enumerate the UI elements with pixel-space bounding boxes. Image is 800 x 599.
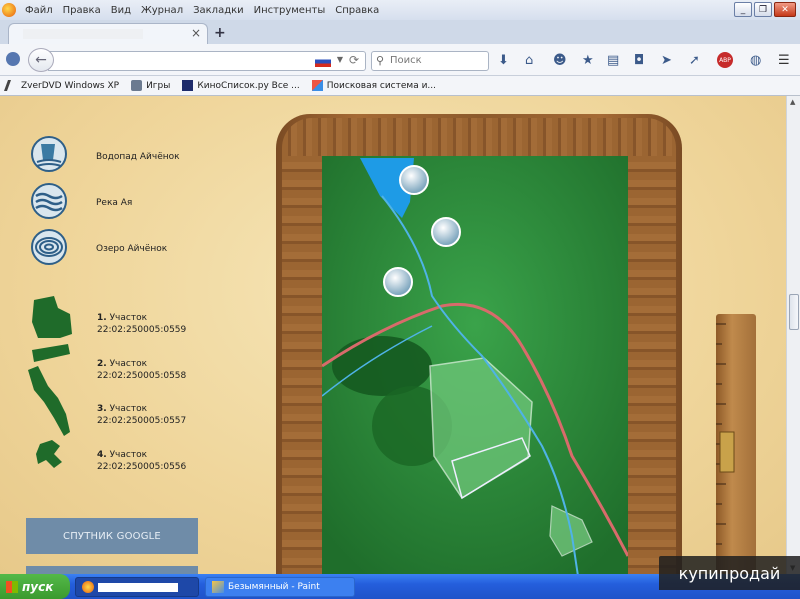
back-button[interactable]: ← bbox=[28, 48, 54, 72]
search-placeholder: Поиск bbox=[390, 55, 422, 66]
close-window-button[interactable]: ✕ bbox=[774, 2, 796, 17]
legend-lake-label: Озеро Айчёнок bbox=[96, 244, 168, 254]
plot-4-shape bbox=[36, 440, 62, 468]
second-button-partial[interactable] bbox=[26, 566, 198, 574]
legend-river-label: Река Ая bbox=[96, 198, 133, 208]
bookmark-zverdvd[interactable]: ZverDVD Windows XP bbox=[3, 80, 119, 91]
plot-1-label[interactable]: 1. Участок 22:02:250005:0559 bbox=[97, 312, 186, 336]
bookmark-search-engine[interactable]: Поисковая система и... bbox=[311, 80, 436, 91]
new-tab-button[interactable]: + bbox=[214, 25, 226, 41]
firefox-icon[interactable] bbox=[2, 3, 16, 17]
firefox-icon bbox=[82, 581, 94, 593]
send-icon[interactable]: ➤ bbox=[661, 53, 672, 68]
lake-icon[interactable] bbox=[31, 229, 67, 265]
satellite-map[interactable] bbox=[322, 156, 628, 574]
download-icon[interactable]: ⬇ bbox=[498, 53, 509, 68]
pointer-icon[interactable]: ➚ bbox=[689, 53, 700, 68]
search-icon: ⚲ bbox=[376, 54, 385, 67]
frame-left-plank bbox=[282, 156, 322, 574]
dropdown-arrow-icon[interactable]: ▼ bbox=[337, 55, 343, 64]
watermark: купипродай bbox=[659, 556, 800, 590]
menu-history[interactable]: Журнал bbox=[136, 5, 188, 16]
menu-file[interactable]: Файл bbox=[20, 5, 58, 16]
waterfall-icon[interactable] bbox=[31, 136, 67, 172]
identity-icon[interactable] bbox=[6, 52, 20, 66]
bookmark-games[interactable]: Игры bbox=[131, 80, 170, 91]
tab-title-redacted bbox=[23, 29, 143, 39]
reload-icon[interactable]: ⟳ bbox=[349, 53, 359, 67]
scroll-up-icon[interactable]: ▲ bbox=[790, 98, 795, 106]
river-icon[interactable] bbox=[31, 183, 67, 219]
hamburger-menu-icon[interactable]: ☰ bbox=[778, 53, 790, 68]
menu-tools[interactable]: Инструменты bbox=[249, 5, 331, 16]
tab-bar: × + bbox=[0, 20, 800, 44]
page-content: Водопад Айчёнок Река Ая Озеро Айчёнок 1.… bbox=[0, 96, 786, 574]
extension-icon[interactable]: ◍ bbox=[750, 53, 761, 68]
tab-close-icon[interactable]: × bbox=[191, 26, 201, 40]
search-input[interactable]: ⚲ Поиск bbox=[371, 51, 489, 71]
back-arrow-icon: ← bbox=[35, 52, 47, 68]
task-title-redacted bbox=[98, 582, 178, 592]
maximize-button[interactable]: ❐ bbox=[754, 2, 772, 17]
image-icon bbox=[311, 80, 323, 91]
chat-icon[interactable]: ☻ bbox=[553, 53, 567, 68]
taskbar-paint[interactable]: Безымянный - Paint bbox=[205, 577, 355, 597]
browser-tab[interactable]: × bbox=[8, 23, 208, 44]
bookmarks-bar: ZverDVD Windows XP Игры КиноСписок.ру Вс… bbox=[0, 76, 800, 96]
url-field[interactable]: ▼ ⟳ bbox=[48, 51, 366, 71]
plot-shapes bbox=[28, 296, 72, 468]
adblock-icon[interactable]: ABP bbox=[717, 52, 733, 68]
menu-edit[interactable]: Правка bbox=[58, 5, 106, 16]
frame-right-plank bbox=[628, 156, 676, 574]
bookmark-kinospisok[interactable]: КиноСписок.ру Все ... bbox=[182, 80, 300, 91]
reader-icon[interactable]: ▤ bbox=[607, 53, 619, 68]
menu-help[interactable]: Справка bbox=[330, 5, 384, 16]
plot-3-label[interactable]: 3. Участок 22:02:250005:0557 bbox=[97, 403, 186, 427]
frame-top-plank bbox=[282, 118, 676, 156]
taskbar-firefox[interactable] bbox=[75, 577, 199, 597]
pocket-icon[interactable]: ◘ bbox=[634, 53, 644, 68]
menu-bookmarks[interactable]: Закладки bbox=[188, 5, 249, 16]
plot-3-shape bbox=[28, 366, 70, 436]
ruler-decoration bbox=[716, 314, 756, 574]
film-icon bbox=[182, 80, 194, 91]
plot-2-label[interactable]: 2. Участок 22:02:250005:0558 bbox=[97, 358, 186, 382]
ruler-clamp bbox=[719, 431, 735, 473]
pencil-icon bbox=[3, 80, 20, 91]
start-button[interactable]: пуск bbox=[0, 574, 70, 599]
plot-2-shape bbox=[32, 344, 70, 362]
nav-bar: ▼ ⟳ ← ⚲ Поиск ⬇ ⌂ ☻ ★ ▤ ◘ ➤ ➚ ABP ◍ ☰ bbox=[0, 44, 800, 76]
lake-marker-icon bbox=[399, 165, 429, 195]
bookmark-icon bbox=[131, 80, 143, 91]
minimize-button[interactable]: _ bbox=[734, 2, 752, 17]
legend-waterfall-label: Водопад Айчёнок bbox=[96, 152, 180, 162]
plot-1-shape bbox=[32, 296, 72, 338]
scroll-thumb[interactable] bbox=[789, 294, 799, 330]
star-icon[interactable]: ★ bbox=[582, 53, 594, 68]
vertical-scrollbar[interactable]: ▲ ▼ bbox=[786, 96, 800, 574]
menu-bar: Файл Правка Вид Журнал Закладки Инструме… bbox=[0, 0, 800, 20]
windows-logo-icon bbox=[6, 580, 18, 593]
home-icon[interactable]: ⌂ bbox=[525, 53, 533, 68]
menu-view[interactable]: Вид bbox=[106, 5, 136, 16]
russia-flag-icon bbox=[315, 56, 331, 67]
paint-icon bbox=[212, 581, 224, 593]
plot-4-label[interactable]: 4. Участок 22:02:250005:0556 bbox=[97, 449, 186, 473]
google-satellite-button[interactable]: СПУТНИК GOOGLE bbox=[26, 518, 198, 554]
window-controls: _ ❐ ✕ bbox=[734, 2, 796, 17]
river-marker-icon bbox=[383, 267, 413, 297]
waterfall-marker-icon bbox=[431, 217, 461, 247]
